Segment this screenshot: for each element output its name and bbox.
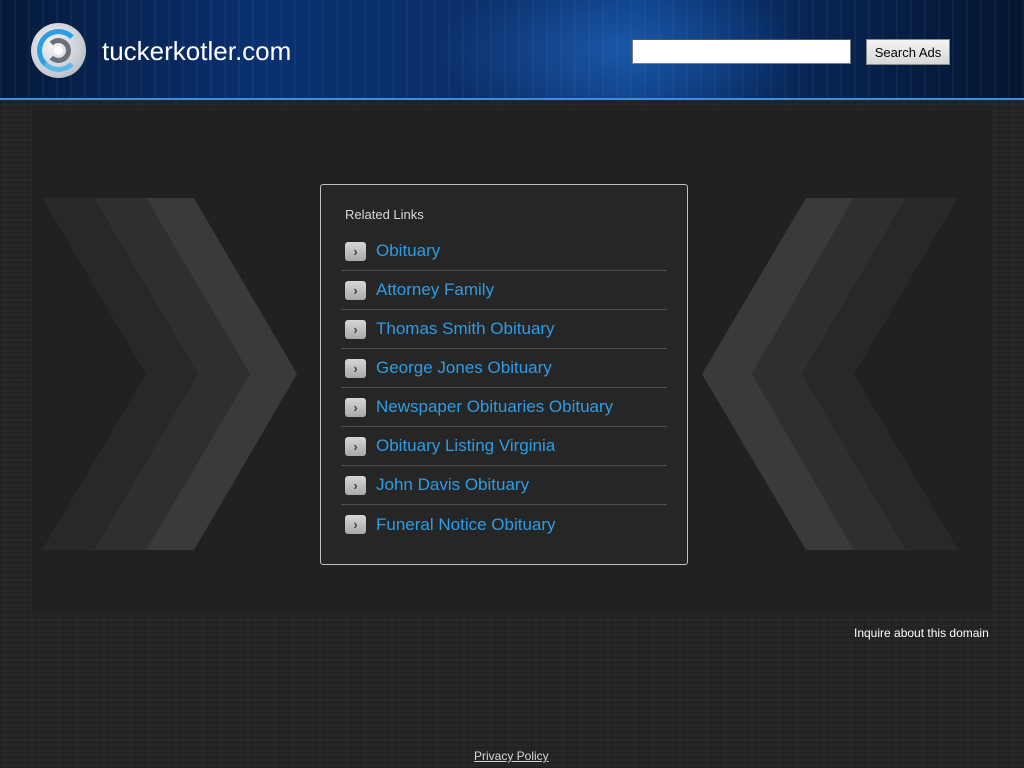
chevron-right-icon[interactable]: › xyxy=(345,319,366,339)
related-link-item[interactable]: › George Jones Obituary xyxy=(341,349,667,388)
chevron-right-icon[interactable]: › xyxy=(345,280,366,300)
privacy-policy-link[interactable]: Privacy Policy xyxy=(474,749,549,763)
related-link[interactable]: Newspaper Obituaries Obituary xyxy=(376,397,613,417)
site-logo-icon xyxy=(31,23,86,78)
related-link-item[interactable]: › Attorney Family xyxy=(341,271,667,310)
related-link-item[interactable]: › Obituary xyxy=(341,232,667,271)
chevron-right-icon[interactable]: › xyxy=(345,241,366,261)
related-link[interactable]: Obituary xyxy=(376,241,440,261)
related-link[interactable]: George Jones Obituary xyxy=(376,358,552,378)
related-link[interactable]: Obituary Listing Virginia xyxy=(376,436,555,456)
chevron-right-icon[interactable]: › xyxy=(345,475,366,495)
related-link[interactable]: Attorney Family xyxy=(376,280,494,300)
related-link-item[interactable]: › Funeral Notice Obituary xyxy=(341,505,667,544)
right-chevrons-decoration xyxy=(702,198,958,550)
related-link[interactable]: John Davis Obituary xyxy=(376,475,529,495)
related-links-list: › Obituary › Attorney Family › Thomas Sm… xyxy=(341,232,667,544)
search-ads-button[interactable]: Search Ads xyxy=(866,39,950,65)
site-title: tuckerkotler.com xyxy=(102,36,292,66)
related-links-heading: Related Links xyxy=(345,207,424,222)
related-link[interactable]: Funeral Notice Obituary xyxy=(376,515,556,535)
chevron-right-icon[interactable]: › xyxy=(345,397,366,417)
search-input[interactable] xyxy=(632,39,851,64)
site-header: tuckerkotler.com Search Ads xyxy=(0,0,1024,100)
chevron-right-icon[interactable]: › xyxy=(345,436,366,456)
chevron-right-icon[interactable]: › xyxy=(345,515,366,534)
logo-center-dot xyxy=(54,46,63,55)
related-link-item[interactable]: › Newspaper Obituaries Obituary xyxy=(341,388,667,427)
related-link-item[interactable]: › John Davis Obituary xyxy=(341,466,667,505)
inquire-domain-link[interactable]: Inquire about this domain xyxy=(854,626,989,640)
related-link[interactable]: Thomas Smith Obituary xyxy=(376,319,555,339)
related-link-item[interactable]: › Obituary Listing Virginia xyxy=(341,427,667,466)
chevron-right-icon[interactable]: › xyxy=(345,358,366,378)
left-chevrons-decoration xyxy=(42,198,297,550)
related-link-item[interactable]: › Thomas Smith Obituary xyxy=(341,310,667,349)
related-links-box: Related Links › Obituary › Attorney Fami… xyxy=(320,184,688,565)
